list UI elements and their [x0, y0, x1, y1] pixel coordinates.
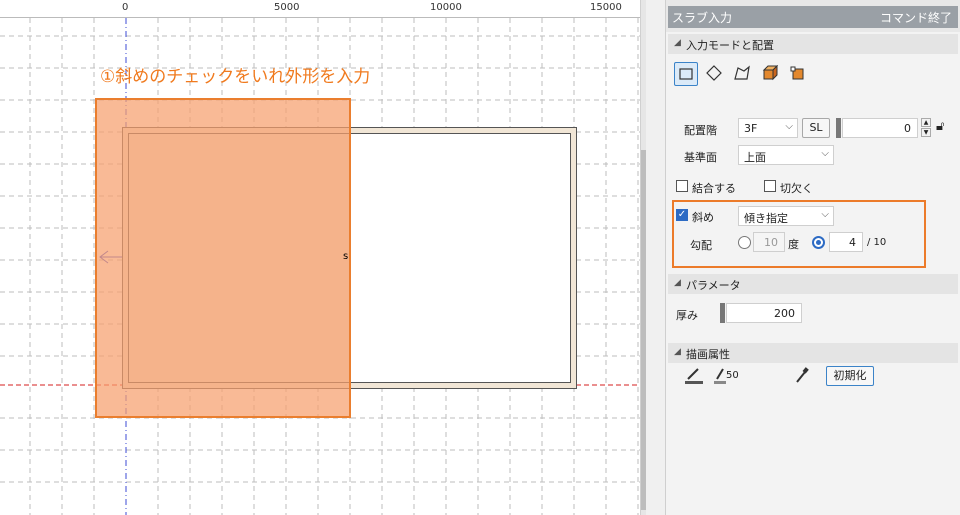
- base-surface-label: 基準面: [684, 151, 717, 164]
- join-label: 結合する: [692, 182, 736, 195]
- panel-title-bar: スラブ入力 コマンド終了: [668, 6, 958, 28]
- section-input-mode[interactable]: ◢ 入力モードと配置: [668, 34, 958, 54]
- chevron-down-icon: ⌵: [821, 148, 829, 159]
- slope-checkbox[interactable]: ✓: [676, 209, 688, 221]
- ruler-label-15000: 15000: [590, 2, 622, 13]
- rectangle-tool-icon[interactable]: [674, 62, 698, 86]
- ruler-label-0: 0: [122, 2, 129, 13]
- cutout-checkbox[interactable]: [764, 180, 776, 192]
- instruction-annotation: ①斜めのチェックをいれ外形を入力: [100, 67, 371, 87]
- cursor-marker: s: [343, 251, 349, 262]
- box-tool-icon[interactable]: [758, 62, 782, 86]
- gradient-label: 勾配: [690, 239, 712, 252]
- section-parameters[interactable]: ◢ パラメータ: [668, 274, 958, 294]
- collapse-triangle-icon: ◢: [674, 347, 681, 357]
- slope-mode-value: 傾き指定: [744, 212, 788, 225]
- chevron-down-icon: ⌵: [821, 209, 829, 220]
- spinner-down-icon[interactable]: ▼: [921, 128, 931, 137]
- floor-offset-slider-handle[interactable]: [836, 118, 841, 138]
- floor-select[interactable]: 3F ⌵: [738, 118, 798, 138]
- floor-select-value: 3F: [744, 122, 758, 135]
- spinner-up-icon[interactable]: ▲: [921, 118, 931, 127]
- base-surface-select-value: 上面: [744, 151, 766, 164]
- degree-unit: 度: [788, 238, 799, 251]
- thickness-input[interactable]: 200: [726, 303, 802, 323]
- ratio-radio[interactable]: [812, 236, 825, 249]
- command-end-button[interactable]: コマンド終了: [880, 9, 952, 26]
- thickness-label: 厚み: [676, 309, 698, 322]
- selection-rectangle: [95, 98, 351, 418]
- thickness-slider-handle[interactable]: [720, 303, 725, 323]
- base-surface-select[interactable]: 上面 ⌵: [738, 145, 834, 165]
- panel-divider[interactable]: [646, 0, 666, 515]
- drawing-canvas[interactable]: 0 5000 10000 15000 ①斜めのチェックをいれ外形を入力 s: [0, 0, 646, 515]
- section-drawing-attributes-label: 描画属性: [686, 348, 730, 361]
- floor-offset-input[interactable]: 0: [842, 118, 918, 138]
- ratio-input[interactable]: 4: [829, 232, 863, 252]
- slope-mode-select[interactable]: 傾き指定 ⌵: [738, 206, 834, 226]
- panel-header: スラブ入力 コマンド終了: [666, 0, 960, 32]
- horizontal-ruler: 0 5000 10000 15000: [0, 0, 640, 18]
- command-panel: スラブ入力 コマンド終了 ◢ 入力モードと配置 配置階 3F ⌵ SL 0 ▲ …: [666, 0, 960, 515]
- degree-input[interactable]: 10: [753, 232, 785, 252]
- collapse-triangle-icon: ◢: [674, 278, 681, 288]
- slope-label: 斜め: [692, 211, 714, 224]
- panel-title: スラブ入力: [672, 11, 733, 25]
- unlock-icon[interactable]: 🔓︎: [936, 119, 944, 134]
- ratio-suffix: / 10: [867, 237, 887, 248]
- ruler-label-5000: 5000: [274, 2, 300, 13]
- solid-tool-icon[interactable]: [786, 62, 810, 86]
- sl-button[interactable]: SL: [802, 118, 830, 138]
- floor-offset-spinner[interactable]: ▲ ▼: [921, 118, 931, 138]
- line-width-icon[interactable]: 50: [714, 364, 739, 388]
- polygon-tool-icon[interactable]: [702, 62, 726, 86]
- ruler-label-10000: 10000: [430, 2, 462, 13]
- free-shape-tool-icon[interactable]: [730, 62, 754, 86]
- section-parameters-label: パラメータ: [686, 279, 741, 292]
- collapse-triangle-icon: ◢: [674, 38, 681, 48]
- section-drawing-attributes[interactable]: ◢ 描画属性: [668, 343, 958, 363]
- section-input-mode-label: 入力モードと配置: [686, 39, 774, 52]
- cutout-label: 切欠く: [780, 182, 813, 195]
- floor-label: 配置階: [684, 124, 717, 137]
- degree-radio[interactable]: [738, 236, 751, 249]
- join-checkbox[interactable]: [676, 180, 688, 192]
- line-width-value: 50: [726, 370, 739, 381]
- eyedropper-icon[interactable]: [790, 364, 814, 388]
- reset-button[interactable]: 初期化: [826, 366, 874, 386]
- chevron-down-icon: ⌵: [785, 121, 793, 132]
- line-color-icon[interactable]: [682, 364, 706, 388]
